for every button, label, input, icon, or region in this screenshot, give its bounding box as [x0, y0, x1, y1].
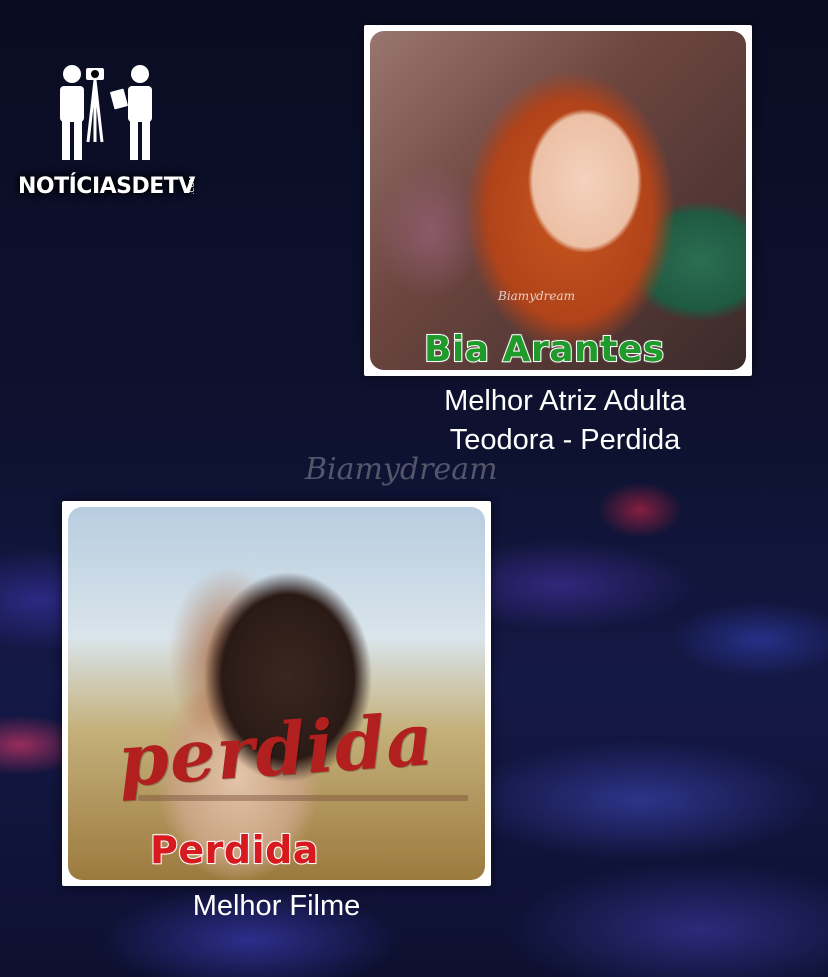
logo-text: NOTÍCIASDETV [18, 174, 195, 199]
award-category-film: Melhor Filme [192, 890, 361, 922]
poster-credits-line [138, 795, 468, 801]
film-name-label: Perdida [149, 827, 319, 873]
noticiasdetv-logo: NOTÍCIASDETV .COM [10, 56, 202, 216]
nominee-name-label: Bia Arantes [423, 328, 665, 371]
nominee-card-actress: Biamydream [364, 25, 752, 376]
actress-photo: Biamydream [370, 31, 746, 370]
award-category: Melhor Atriz Adulta [444, 385, 686, 417]
watermark: Biamydream [305, 452, 498, 487]
film-poster: perdida [68, 507, 485, 880]
camera-crew-icon [60, 65, 152, 160]
poster-title: perdida [115, 696, 437, 803]
logo-suffix: .COM [188, 176, 196, 195]
photo-watermark: Biamydream [498, 289, 576, 303]
